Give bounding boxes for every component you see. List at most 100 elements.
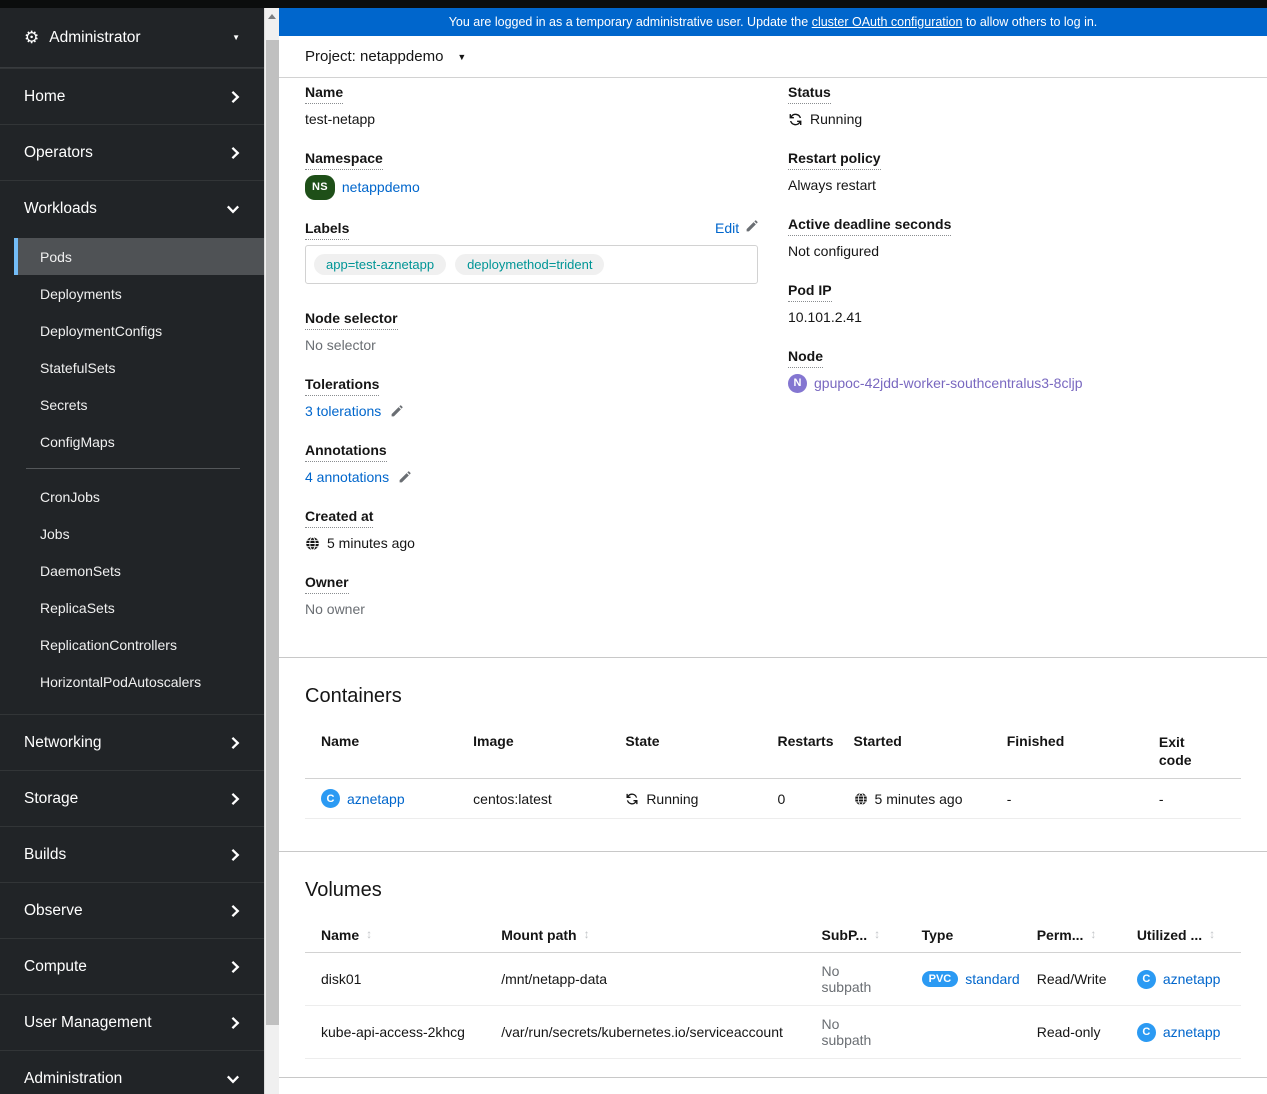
col-header-permissions[interactable]: Perm... ↕ — [1020, 918, 1121, 953]
sidebar-item-cronjobs[interactable]: CronJobs — [14, 478, 264, 515]
node-selector-value: No selector — [305, 337, 376, 353]
utilized-by-link[interactable]: aznetapp — [1163, 1024, 1221, 1040]
annotations-link[interactable]: 4 annotations — [305, 467, 389, 488]
pencil-icon[interactable] — [390, 405, 403, 418]
project-dropdown[interactable]: Project: netappdemo — [305, 48, 443, 65]
scroll-up-arrow-icon — [268, 13, 276, 19]
owner-value: No owner — [305, 601, 365, 617]
nav-label: Observe — [24, 901, 83, 919]
nav-label: DaemonSets — [40, 562, 121, 579]
chevron-right-icon — [230, 146, 240, 160]
containers-table: Name Image State Restarts Started Finish… — [305, 724, 1241, 819]
sidebar-item-pods[interactable]: Pods — [14, 238, 264, 275]
banner-text-after: to allow others to log in. — [962, 15, 1098, 29]
sidebar-item-workloads[interactable]: Workloads — [0, 180, 264, 236]
sidebar-item-compute[interactable]: Compute — [0, 938, 264, 994]
col-header-finished: Finished — [990, 724, 1143, 779]
perspective-switcher[interactable]: ⚙ Administrator ▼ — [0, 8, 264, 68]
pvc-link[interactable]: standard — [965, 971, 1019, 987]
node-label: Node — [788, 348, 1241, 368]
sort-icon[interactable]: ↕ — [1209, 927, 1215, 941]
sidebar-item-user-management[interactable]: User Management — [0, 994, 264, 1050]
sidebar-item-storage[interactable]: Storage — [0, 770, 264, 826]
created-at-value: 5 minutes ago — [327, 535, 415, 551]
sort-icon[interactable]: ↕ — [584, 927, 590, 941]
container-restarts: 0 — [761, 778, 838, 819]
masthead-strip — [0, 0, 1267, 8]
sidebar-item-operators[interactable]: Operators — [0, 124, 264, 180]
nav-label: Home — [24, 87, 66, 105]
labels-label: Labels — [305, 220, 350, 240]
scroll-up-button[interactable] — [265, 8, 279, 24]
cluster-oauth-configuration-link[interactable]: cluster OAuth configuration — [812, 15, 963, 29]
label-pill[interactable]: deploymethod=trident — [455, 254, 605, 275]
banner-text-before: You are logged in as a temporary adminis… — [448, 15, 812, 29]
col-header-type: Type — [905, 918, 1021, 953]
node-link[interactable]: gpupoc-42jdd-worker-southcentralus3-8clj… — [814, 373, 1082, 394]
nav-label: ConfigMaps — [40, 433, 115, 450]
pencil-icon[interactable] — [398, 471, 411, 484]
sidebar-item-configmaps[interactable]: ConfigMaps — [14, 423, 264, 460]
name-value: test-netapp — [305, 111, 376, 127]
edit-labels-link[interactable]: Edit — [715, 220, 739, 236]
col-header-restarts: Restarts — [761, 724, 838, 779]
pencil-icon[interactable] — [745, 220, 758, 233]
scrollbar-thumb[interactable] — [266, 40, 279, 1025]
col-header-image: Image — [457, 724, 610, 779]
label-pill[interactable]: app=test-aznetapp — [314, 254, 447, 275]
sidebar-item-replicasets[interactable]: ReplicaSets — [14, 589, 264, 626]
sidebar-item-administration[interactable]: Administration — [0, 1050, 264, 1094]
tolerations-link[interactable]: 3 tolerations — [305, 401, 381, 422]
details-right-column: Status Running Restart policy Always res… — [788, 84, 1241, 640]
pod-ip-label: Pod IP — [788, 282, 1241, 302]
sidebar-item-daemonsets[interactable]: DaemonSets — [14, 552, 264, 589]
sidebar-item-replicationcontrollers[interactable]: ReplicationControllers — [14, 626, 264, 663]
chevron-right-icon — [230, 736, 240, 750]
sidebar-item-statefulsets[interactable]: StatefulSets — [14, 349, 264, 386]
pvc-badge: PVC — [921, 971, 959, 987]
container-exit-code: - — [1142, 778, 1241, 819]
volume-permissions: Read/Write — [1020, 952, 1121, 1006]
chevron-right-icon — [230, 90, 240, 104]
pod-details-section: Name test-netapp Namespace NS netappdemo — [279, 78, 1267, 658]
sidebar-item-jobs[interactable]: Jobs — [14, 515, 264, 552]
container-state: Running — [646, 790, 699, 807]
chevron-down-icon — [226, 1074, 240, 1084]
caret-down-icon[interactable]: ▼ — [457, 52, 466, 62]
volume-name: disk01 — [305, 952, 486, 1006]
sidebar-item-home[interactable]: Home — [0, 68, 264, 124]
sidebar-item-deployments[interactable]: Deployments — [14, 275, 264, 312]
volume-mount-path: /var/run/secrets/kubernetes.io/serviceac… — [485, 1005, 806, 1059]
chevron-right-icon — [230, 848, 240, 862]
col-header-name[interactable]: Name ↕ — [305, 918, 486, 953]
container-name-link[interactable]: aznetapp — [347, 791, 405, 807]
annotations-label: Annotations — [305, 442, 758, 462]
login-notice-banner: You are logged in as a temporary adminis… — [279, 8, 1267, 36]
sort-icon[interactable]: ↕ — [1090, 927, 1096, 941]
nav-label: ReplicationControllers — [40, 636, 177, 653]
sidebar-item-observe[interactable]: Observe — [0, 882, 264, 938]
app-root: ⚙ Administrator ▼ Home Operators Workloa… — [0, 0, 1267, 1094]
col-header-subpath[interactable]: SubP... ↕ — [805, 918, 906, 953]
utilized-by-link[interactable]: aznetapp — [1163, 971, 1221, 987]
sidebar-item-horizontalpodautoscalers[interactable]: HorizontalPodAutoscalers — [14, 663, 264, 700]
col-header-mount-path[interactable]: Mount path ↕ — [485, 918, 806, 953]
cogs-icon: ⚙ — [24, 27, 40, 47]
subnav-divider — [26, 468, 240, 469]
namespace-link[interactable]: netappdemo — [342, 177, 420, 198]
sort-icon[interactable]: ↕ — [366, 927, 372, 941]
namespace-label: Namespace — [305, 150, 758, 170]
chevron-down-icon — [226, 204, 240, 214]
sidebar-item-networking[interactable]: Networking — [0, 714, 264, 770]
col-header-utilized-by[interactable]: Utilized ... ↕ — [1120, 918, 1241, 953]
chevron-right-icon — [230, 960, 240, 974]
sidebar-item-deploymentconfigs[interactable]: DeploymentConfigs — [14, 312, 264, 349]
caret-down-icon: ▼ — [232, 33, 240, 42]
vertical-scrollbar[interactable] — [264, 8, 279, 1094]
sort-icon[interactable]: ↕ — [874, 927, 880, 941]
sidebar-item-builds[interactable]: Builds — [0, 826, 264, 882]
nav-label: Builds — [24, 845, 67, 863]
nav-label: Workloads — [24, 199, 97, 217]
sidebar-item-secrets[interactable]: Secrets — [14, 386, 264, 423]
sync-running-icon — [788, 112, 803, 127]
